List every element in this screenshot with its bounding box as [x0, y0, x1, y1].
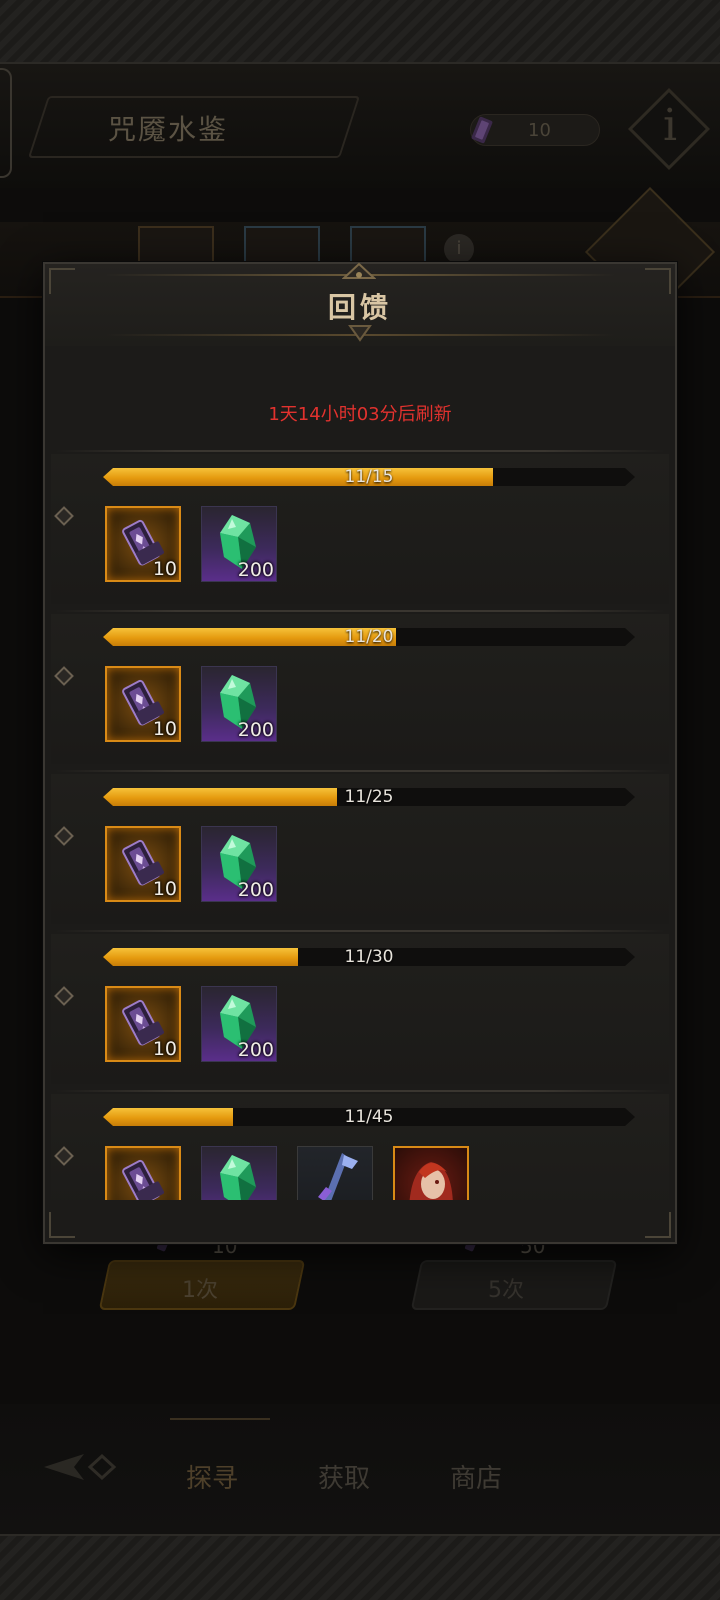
tab-obtain[interactable]: 获取 — [318, 1458, 370, 1495]
tier-divider — [55, 1090, 665, 1092]
progress-label: 11/15 — [344, 467, 394, 487]
tab-shop[interactable]: 商店 — [450, 1458, 502, 1495]
nav-indicator — [170, 1418, 270, 1420]
page-title: 咒魇水鉴 — [108, 113, 229, 146]
bottom-frame — [0, 1534, 720, 1600]
reward-item[interactable]: 200 — [201, 506, 277, 582]
draw-five-label: 5次 — [488, 1278, 524, 1303]
feedback-dialog: 回馈 1天14小时03分后刷新 11/15 10 200 11/20 10 200 11/2… — [43, 262, 677, 1244]
ornament-icon — [348, 325, 372, 342]
back-arrow-icon[interactable] — [40, 1448, 130, 1486]
dialog-title: 回馈 — [327, 291, 392, 324]
reward-quantity: 200 — [237, 719, 274, 741]
tier-divider — [55, 610, 665, 612]
reward-item[interactable] — [105, 1146, 181, 1200]
reward-quantity: 200 — [237, 879, 274, 901]
banner-thumb[interactable] — [244, 226, 320, 266]
currency-count: 10 — [528, 120, 551, 141]
reward-tier-list[interactable]: 11/15 10 200 11/20 10 200 11/25 10 200 11/30 10 200… — [45, 448, 675, 1200]
frame-corner — [645, 1212, 671, 1238]
info-icon[interactable]: i — [444, 234, 474, 264]
reward-quantity: 10 — [152, 558, 177, 580]
reward-item[interactable]: 200 — [201, 666, 277, 742]
tab-explore[interactable]: 探寻 — [186, 1458, 238, 1495]
progress-label: 11/20 — [344, 627, 394, 647]
reward-quantity: 10 — [152, 878, 177, 900]
ticket-icon — [471, 116, 493, 144]
progress-label: 11/45 — [344, 1107, 394, 1127]
reward-tier: 11/30 10 200 — [45, 930, 675, 1090]
progress-label: 11/30 — [344, 947, 394, 967]
reward-item[interactable]: 10 — [105, 506, 181, 582]
reward-item[interactable]: 10 — [105, 666, 181, 742]
reward-item[interactable] — [297, 1146, 373, 1200]
reward-tier: 11/45 — [45, 1090, 675, 1200]
reward-quantity: 200 — [237, 1039, 274, 1061]
reward-quantity: 200 — [237, 559, 274, 581]
reward-item[interactable]: 200 — [201, 986, 277, 1062]
reward-item[interactable] — [393, 1146, 469, 1200]
reward-tier: 11/25 10 200 — [45, 770, 675, 930]
frame-corner — [49, 268, 75, 294]
progress-label: 11/25 — [344, 787, 394, 807]
draw-one-label: 1次 — [182, 1278, 218, 1303]
screen: 咒魇水鉴 10 i i 10 50 1次 5次 探寻 获取 商店 回馈 1天14… — [0, 0, 720, 1600]
reward-quantity: 10 — [152, 718, 177, 740]
tier-divider — [55, 770, 665, 772]
reward-item[interactable]: 200 — [201, 826, 277, 902]
tier-divider — [55, 930, 665, 932]
banner-thumb[interactable] — [138, 226, 214, 266]
background-left-cap — [0, 68, 12, 178]
reward-tier: 11/15 10 200 — [45, 450, 675, 610]
tier-divider — [55, 450, 665, 452]
reward-item[interactable]: 10 — [105, 826, 181, 902]
top-frame — [0, 0, 720, 64]
reward-item[interactable] — [201, 1146, 277, 1200]
info-icon: i — [662, 100, 678, 151]
reward-quantity: 10 — [152, 1038, 177, 1060]
refresh-countdown: 1天14小时03分后刷新 — [268, 404, 452, 425]
ornament-icon — [342, 262, 376, 279]
reward-item[interactable]: 10 — [105, 986, 181, 1062]
frame-corner — [49, 1212, 75, 1238]
frame-corner — [645, 268, 671, 294]
reward-tier: 11/20 10 200 — [45, 610, 675, 770]
